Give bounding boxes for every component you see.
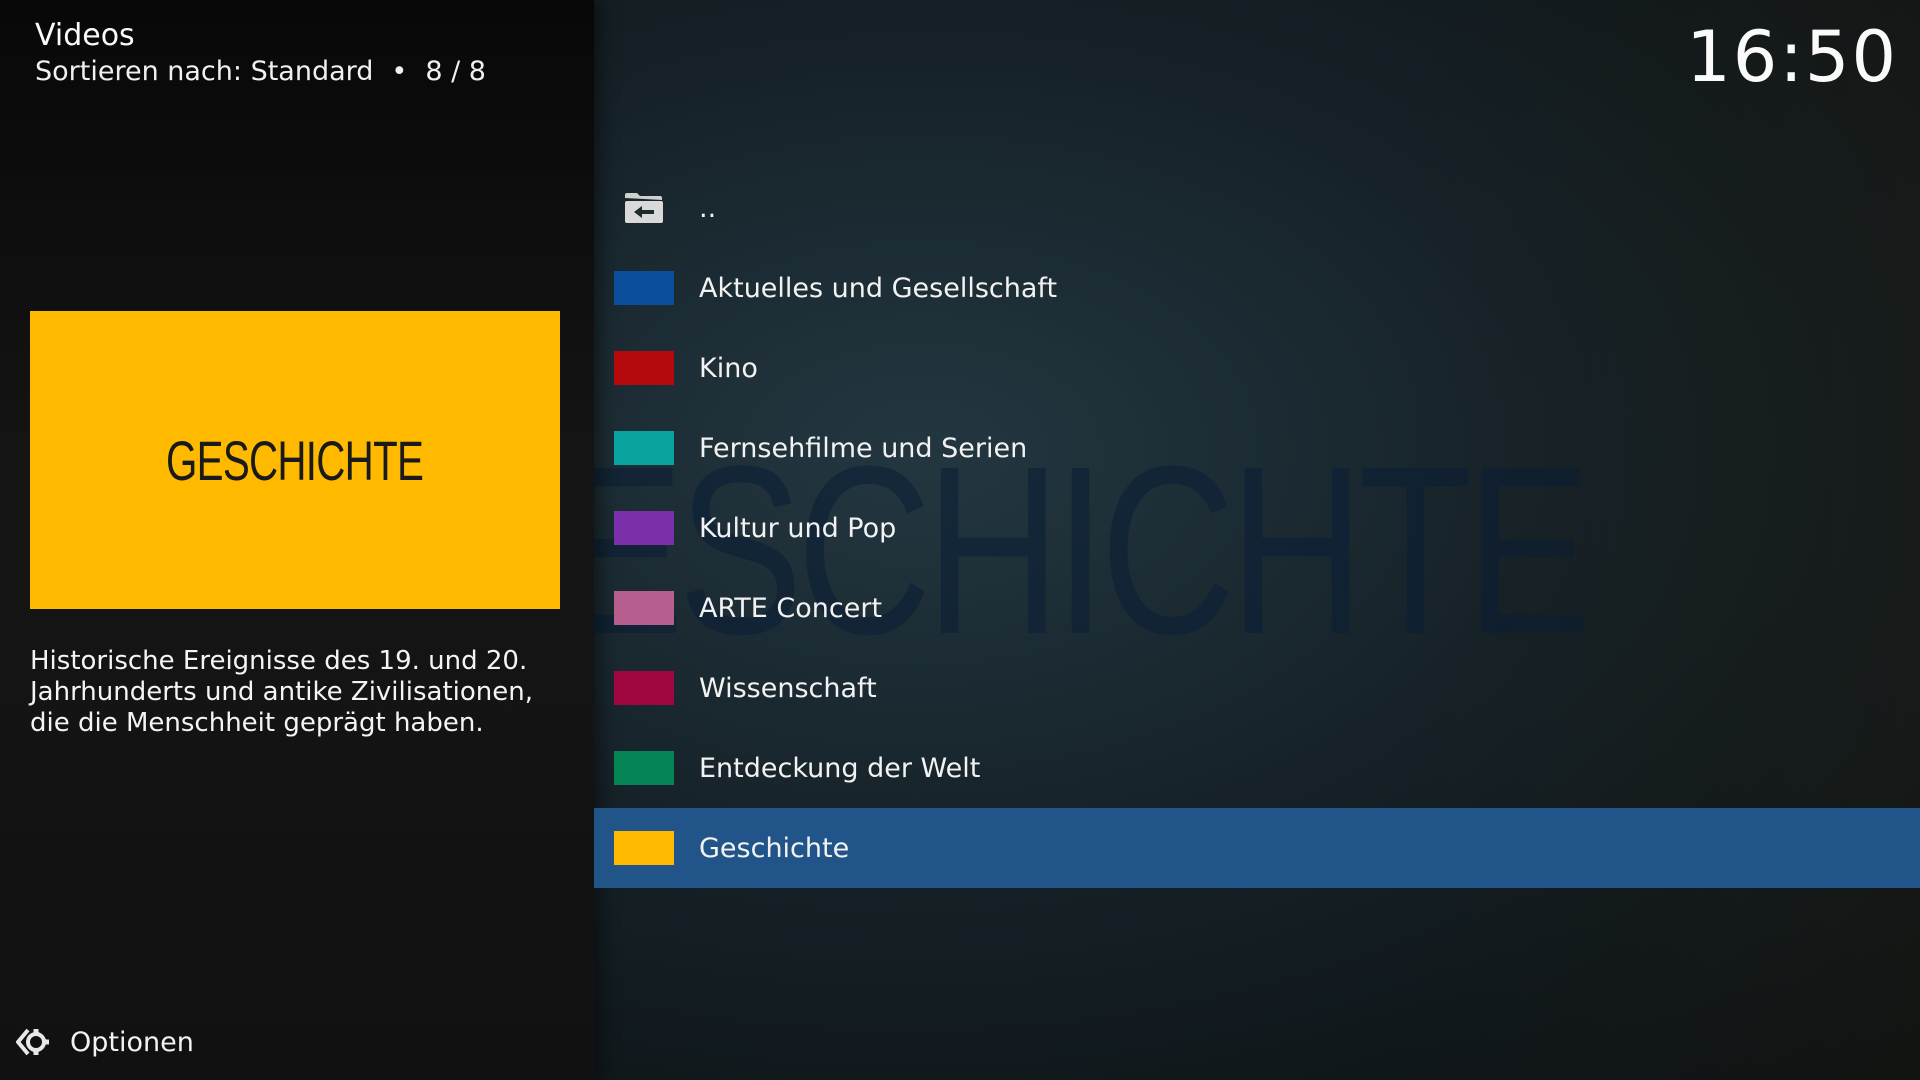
poster-image: GESCHICHTE xyxy=(30,311,560,609)
folder-back-icon xyxy=(614,191,674,225)
category-thumbnail xyxy=(614,351,674,385)
list-item-label: Wissenschaft xyxy=(699,672,877,704)
list-item-label: .. xyxy=(699,192,717,224)
list-item-parent-folder[interactable]: .. xyxy=(594,168,1920,248)
list-item-entdeckung[interactable]: Entdeckung der Welt xyxy=(594,728,1920,808)
list-item-kino[interactable]: Kino xyxy=(594,328,1920,408)
kodi-screen: GESCHICHTE Videos Sortieren nach: Standa… xyxy=(0,0,1920,1080)
category-thumbnail xyxy=(614,431,674,465)
info-panel: Videos Sortieren nach: Standard • 8 / 8 GE… xyxy=(0,0,594,1080)
options-button[interactable]: Optionen xyxy=(14,1022,194,1062)
category-thumbnail xyxy=(614,671,674,705)
clock: 16:50 xyxy=(1686,16,1898,98)
list-item-wissenschaft[interactable]: Wissenschaft xyxy=(594,648,1920,728)
list-item-label: Kultur und Pop xyxy=(699,512,897,544)
list-item-geschichte[interactable]: Geschichte xyxy=(594,808,1920,888)
poster-title: GESCHICHTE xyxy=(166,428,424,492)
list-item-label: ARTE Concert xyxy=(699,592,883,624)
category-thumbnail xyxy=(614,751,674,785)
list-item-kultur[interactable]: Kultur und Pop xyxy=(594,488,1920,568)
category-thumbnail xyxy=(614,831,674,865)
sort-info: Sortieren nach: Standard • 8 / 8 xyxy=(35,56,486,87)
list-item-aktuelles[interactable]: Aktuelles und Gesellschaft xyxy=(594,248,1920,328)
list-item-label: Entdeckung der Welt xyxy=(699,752,981,784)
page-title: Videos xyxy=(35,18,135,53)
category-list: .. Aktuelles und Gesellschaft Kino Ferns… xyxy=(594,168,1920,888)
list-item-label: Aktuelles und Gesellschaft xyxy=(699,272,1058,304)
sort-label[interactable]: Sortieren nach: Standard xyxy=(35,56,373,87)
category-thumbnail xyxy=(614,511,674,545)
list-item-label: Fernsehfilme und Serien xyxy=(699,432,1028,464)
options-label: Optionen xyxy=(70,1026,194,1058)
list-item-label: Kino xyxy=(699,352,758,384)
separator: • xyxy=(391,56,408,87)
options-gear-icon[interactable] xyxy=(14,1024,50,1060)
list-item-label: Geschichte xyxy=(699,832,850,864)
list-item-fernsehfilme[interactable]: Fernsehfilme und Serien xyxy=(594,408,1920,488)
list-item-arte-concert[interactable]: ARTE Concert xyxy=(594,568,1920,648)
plot-description: Historische Ereignisse des 19. und 20. J… xyxy=(30,646,534,738)
item-count: 8 / 8 xyxy=(425,56,486,87)
category-thumbnail xyxy=(614,271,674,305)
category-thumbnail xyxy=(614,591,674,625)
